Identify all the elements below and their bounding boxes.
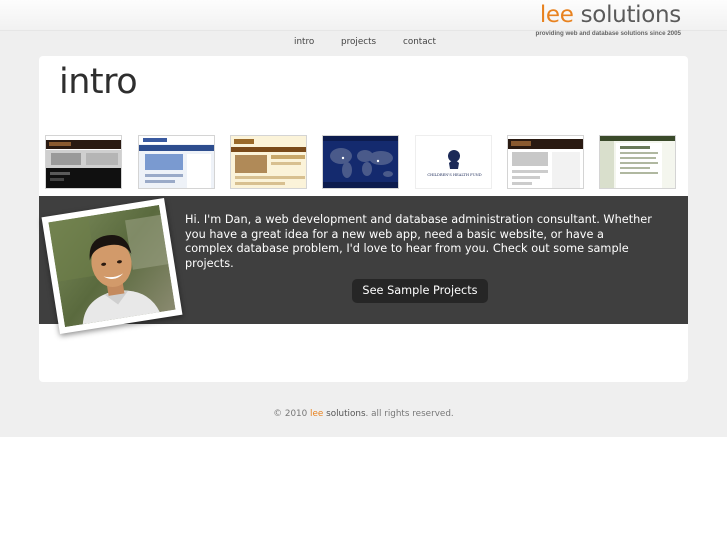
nav-item-projects[interactable]: projects <box>341 37 376 47</box>
footer-rights: . all rights reserved. <box>365 409 454 419</box>
main-nav: intro projects contact <box>0 37 727 49</box>
brand-logo[interactable]: lee solutions providing web and database… <box>536 1 682 38</box>
nav-item-contact[interactable]: contact <box>403 37 436 47</box>
page-title: intro <box>59 62 138 102</box>
footer-brand-lee[interactable]: lee <box>310 409 323 419</box>
footer-brand-solutions[interactable]: solutions <box>326 409 365 419</box>
brand-name: lee solutions <box>536 1 681 29</box>
website-screenshot-green-icon <box>600 136 675 188</box>
website-screenshot-cream-icon <box>231 136 306 188</box>
profile-photo <box>41 198 183 334</box>
website-screenshot-dark-icon <box>46 136 121 188</box>
childrens-logo-label: CHILDREN'S HEALTH FUND <box>427 173 481 177</box>
brand-name-solutions: solutions <box>580 2 682 28</box>
childrens-logo-screenshot-icon: CHILDREN'S HEALTH FUND <box>416 136 491 188</box>
project-thumbnail-3[interactable] <box>230 135 307 189</box>
project-thumbnail-7[interactable] <box>599 135 676 189</box>
website-screenshot-blue-icon <box>139 136 214 188</box>
brand-name-lee: lee <box>539 2 574 28</box>
footer-copyright: © 2010 <box>273 409 308 419</box>
intro-text: Hi. I'm Dan, a web development and datab… <box>185 213 652 270</box>
nav-item-intro[interactable]: intro <box>294 37 314 47</box>
portrait-photo-icon <box>48 204 176 328</box>
project-thumbnail-5[interactable]: CHILDREN'S HEALTH FUND <box>415 135 492 189</box>
see-sample-projects-button[interactable]: See Sample Projects <box>352 279 488 303</box>
project-thumbnail-6[interactable] <box>507 135 584 189</box>
world-map-screenshot-icon <box>323 136 398 188</box>
project-thumbnail-4[interactable] <box>322 135 399 189</box>
footer: © 2010 lee solutions. all rights reserve… <box>0 409 727 419</box>
website-screenshot-dark-white-icon <box>508 136 583 188</box>
project-thumbnail-1[interactable] <box>45 135 122 189</box>
project-thumbnail-2[interactable] <box>138 135 215 189</box>
